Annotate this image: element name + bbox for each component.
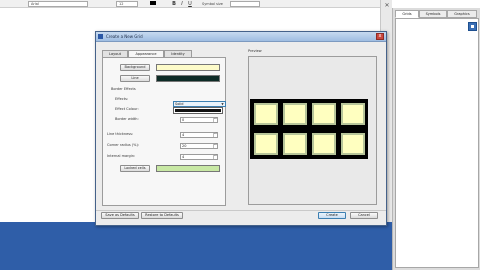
- line-color-swatch: [156, 75, 220, 82]
- restore-defaults-button[interactable]: Restore to Defaults: [141, 212, 183, 219]
- tab-grids[interactable]: Grids: [395, 10, 419, 18]
- side-panel-body: [395, 18, 479, 268]
- border-width-label: Border width:: [115, 117, 139, 121]
- close-icon[interactable]: ✕: [383, 2, 391, 10]
- locked-cells-button[interactable]: Locked cells: [120, 165, 150, 172]
- cancel-button[interactable]: Cancel: [350, 212, 378, 219]
- internal-margin-label: Internal margin:: [107, 154, 136, 158]
- line-thickness-input[interactable]: 4 ▴▾: [180, 132, 218, 138]
- spinner-arrows-icon[interactable]: ▴▾: [213, 154, 217, 159]
- color-swatch-icon: [150, 1, 156, 5]
- font-size-combo[interactable]: 12: [116, 1, 138, 7]
- grid-cell: [312, 133, 336, 155]
- dialog-title: Create a New Grid: [106, 34, 143, 39]
- font-name-combo[interactable]: Arial: [28, 1, 88, 7]
- symbol-size-label: Symbol size: [202, 2, 223, 6]
- italic-button[interactable]: I: [179, 1, 185, 7]
- corner-radius-value: 20: [182, 144, 187, 148]
- border-effects-label: Border Effects: [111, 87, 136, 91]
- preview-label: Preview: [248, 49, 262, 53]
- save-defaults-button[interactable]: Save as Defaults: [101, 212, 139, 219]
- spinner-arrows-icon[interactable]: ▴▾: [213, 117, 217, 122]
- grid-cell: [254, 103, 278, 125]
- tab-symbols[interactable]: Symbols: [419, 10, 447, 18]
- grid-cell: [341, 103, 365, 125]
- chevron-down-icon[interactable]: ▼: [220, 102, 225, 106]
- effect-colour-picker[interactable]: [173, 107, 223, 114]
- effect-colour-swatch: [175, 109, 221, 112]
- corner-radius-label: Corner radius (%):: [107, 143, 140, 147]
- grid-cell: [341, 133, 365, 155]
- color-button[interactable]: [148, 1, 158, 7]
- grid-cell: [254, 133, 278, 155]
- dialog-title-bar: Create a New Grid x: [96, 32, 386, 42]
- spinner-arrows-icon[interactable]: ▴▾: [213, 132, 217, 137]
- background-color-swatch: [156, 64, 220, 71]
- grid-cell: [312, 103, 336, 125]
- dialog-close-button[interactable]: x: [376, 33, 384, 40]
- background-color-button[interactable]: Background: [120, 64, 150, 71]
- line-color-button[interactable]: Line: [120, 75, 150, 82]
- line-thickness-value: 4: [182, 133, 185, 137]
- underline-button[interactable]: U: [187, 1, 193, 7]
- appearance-panel: Background Line Border Effects Effects: …: [102, 57, 226, 206]
- internal-margin-input[interactable]: 4 ▴▾: [180, 154, 218, 160]
- line-thickness-label: Line thickness:: [107, 132, 134, 136]
- internal-margin-value: 4: [182, 155, 185, 159]
- grid-cell: [283, 103, 307, 125]
- grid-app-icon: [98, 34, 103, 39]
- app-toolbar: Arial 12 B I U Symbol size: [0, 0, 392, 8]
- border-width-value: 0: [182, 118, 185, 122]
- border-width-input[interactable]: 0 ▴▾: [180, 117, 218, 123]
- footer-divider: [96, 210, 386, 211]
- side-panel-tabs: Grids Symbols Graphics: [393, 10, 480, 18]
- grid-cell: [283, 133, 307, 155]
- symbol-size-input[interactable]: [230, 1, 260, 7]
- tab-graphics[interactable]: Graphics: [447, 10, 477, 18]
- spinner-arrows-icon[interactable]: ▴▾: [213, 143, 217, 148]
- workspace-background: [0, 222, 392, 270]
- preview-grid: [250, 99, 368, 159]
- effect-colour-label: Effect Colour:: [115, 107, 139, 111]
- create-button[interactable]: Create: [318, 212, 346, 219]
- effects-label: Effects:: [115, 97, 129, 101]
- side-panel: Grids Symbols Graphics: [392, 8, 480, 270]
- bold-button[interactable]: B: [171, 1, 177, 7]
- new-grid-icon[interactable]: [468, 22, 477, 31]
- locked-cells-swatch: [156, 165, 220, 172]
- effects-selected-value: Solid: [175, 102, 184, 106]
- corner-radius-input[interactable]: 20 ▴▾: [180, 143, 218, 149]
